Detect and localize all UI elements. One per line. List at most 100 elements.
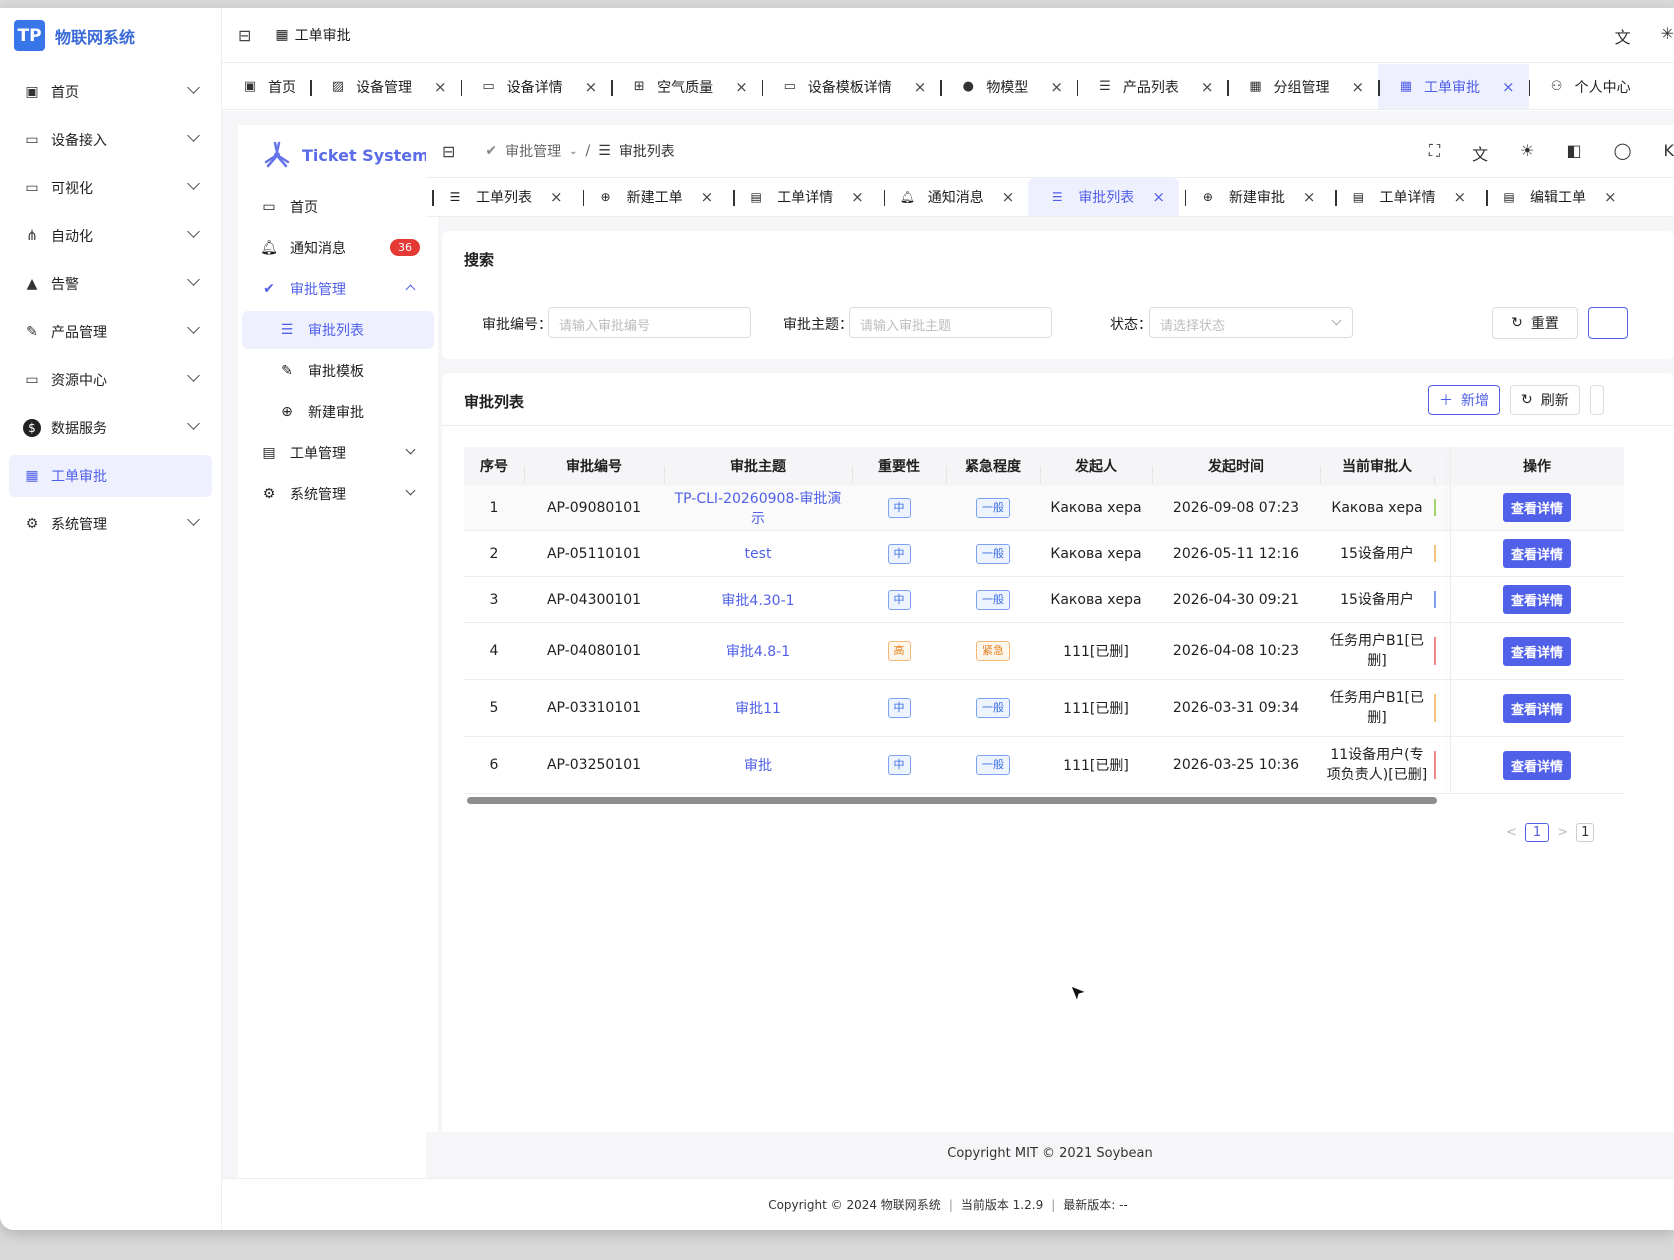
approval-code-input[interactable]: 请输入审批编号 <box>548 307 751 338</box>
inner-menu-system-group[interactable]: ⚙ 系统管理 <box>242 475 434 513</box>
breadcrumb-current[interactable]: 审批列表 <box>619 141 675 161</box>
inner-tab-2[interactable]: ▤ 工单详情 × <box>727 178 878 216</box>
inner-menu-approval-template[interactable]: ✎ 审批模板 <box>242 352 434 390</box>
fullscreen-icon[interactable]: ⛶ <box>1429 141 1440 165</box>
outer-tab-4[interactable]: ▭ 设备模板详情 × <box>761 64 941 109</box>
outer-tab-0[interactable]: ▣ 首页 <box>222 64 310 109</box>
user-avatar-icon[interactable]: ◯ <box>1614 141 1632 165</box>
outer-tab-1[interactable]: ▨ 设备管理 × <box>310 64 461 109</box>
outer-tab-9[interactable]: ⚇ 个人中心 <box>1528 64 1645 109</box>
refresh-button[interactable]: ↻ 刷新 <box>1510 385 1580 415</box>
status-select[interactable]: 请选择状态 <box>1149 307 1353 338</box>
app-logo-row[interactable]: TP 物联网系统 <box>0 8 221 63</box>
inner-tab-0[interactable]: ☰ 工单列表 × <box>426 178 577 216</box>
close-icon[interactable]: × <box>851 188 864 206</box>
close-icon[interactable]: × <box>1502 78 1515 96</box>
inner-tab-4[interactable]: ☰ 审批列表 × <box>1028 178 1179 216</box>
view-details-button[interactable]: 查看详情 <box>1502 750 1571 780</box>
prev-page-button[interactable]: < <box>1506 825 1517 840</box>
close-icon[interactable]: × <box>735 78 748 96</box>
inner-tab-6[interactable]: ▤ 工单详情 × <box>1329 178 1480 216</box>
next-page-button[interactable]: > <box>1557 825 1568 840</box>
tab-label: 设备详情 <box>506 79 563 96</box>
inner-menu-approval-group[interactable]: ✔ 审批管理 <box>242 270 434 308</box>
breadcrumb-parent[interactable]: 审批管理 <box>505 141 561 161</box>
sidebar-item-6[interactable]: ▭ 资源中心 <box>9 359 212 401</box>
sidebar-item-2[interactable]: ▭ 可视化 <box>9 167 212 209</box>
view-details-button[interactable]: 查看详情 <box>1502 539 1571 568</box>
close-icon[interactable]: × <box>550 188 563 206</box>
add-button[interactable]: ＋ 新增 <box>1428 385 1500 415</box>
inner-app-logo[interactable]: Ticket System <box>238 125 438 185</box>
collapse-menu-icon[interactable]: ⊟ <box>442 142 455 161</box>
close-icon[interactable]: × <box>1604 188 1617 206</box>
close-icon[interactable]: × <box>1152 188 1165 206</box>
inner-tab-1[interactable]: ⊕ 新建工单 × <box>577 178 728 216</box>
inner-tab-3[interactable]: 🔔︎ 通知消息 × <box>878 178 1029 216</box>
breadcrumb-current[interactable]: 工单审批 <box>295 25 351 45</box>
approval-subject-link[interactable]: test <box>664 546 852 562</box>
close-icon[interactable]: × <box>1453 188 1466 206</box>
close-icon[interactable]: × <box>585 78 598 96</box>
theme-palette-icon[interactable]: ◧ <box>1566 141 1581 165</box>
collapse-menu-icon[interactable]: ⊟ <box>238 26 251 45</box>
urgency-tag: 一般 <box>976 543 1010 564</box>
approval-subject-link[interactable]: 审批 <box>664 755 852 775</box>
reset-button[interactable]: ↻ 重置 <box>1492 307 1578 339</box>
outer-tab-3[interactable]: ⊞ 空气质量 × <box>611 64 762 109</box>
search-button[interactable] <box>1588 307 1628 339</box>
sidebar-item-7[interactable]: $ 数据服务 <box>9 407 212 449</box>
horizontal-scrollbar[interactable] <box>467 797 1437 804</box>
outer-tab-8[interactable]: ▦ 工单审批 × <box>1378 64 1529 109</box>
row-number: 6 <box>489 757 499 773</box>
view-details-button[interactable]: 查看详情 <box>1502 493 1571 522</box>
sidebar-item-label: 数据服务 <box>51 421 107 437</box>
inner-menu-ticket-group[interactable]: ▤ 工单管理 <box>242 434 434 472</box>
close-icon[interactable]: × <box>1050 78 1063 96</box>
approval-subject-input[interactable]: 请输入审批主题 <box>849 307 1052 338</box>
sidebar-item-5[interactable]: ✎ 产品管理 <box>9 311 212 353</box>
sidebar-item-3[interactable]: ⋔ 自动化 <box>9 215 212 257</box>
close-icon[interactable]: × <box>434 78 447 96</box>
approval-subject-link[interactable]: 审批11 <box>664 698 852 718</box>
inner-tab-5[interactable]: ⊕ 新建审批 × <box>1179 178 1330 216</box>
view-details-button[interactable]: 查看详情 <box>1502 693 1571 723</box>
page-size-select[interactable]: 1 <box>1576 823 1595 842</box>
theme-sun-icon[interactable]: ☀ <box>1520 141 1534 165</box>
close-icon[interactable]: × <box>914 78 927 96</box>
refresh-button-label: 刷新 <box>1540 393 1569 409</box>
user-name-initial[interactable]: K <box>1664 141 1674 165</box>
translate-icon[interactable]: 文 <box>1472 141 1488 165</box>
approval-subject-link[interactable]: TP-CLI-20260908-审批演示 <box>664 488 852 528</box>
approval-subject-link[interactable]: 审批4.30-1 <box>664 590 852 610</box>
outer-tab-2[interactable]: ▭ 设备详情 × <box>460 64 612 109</box>
sidebar-item-9[interactable]: ⚙ 系统管理 <box>9 503 212 545</box>
inner-menu-home[interactable]: ▭ 首页 <box>242 188 434 226</box>
translate-icon[interactable]: 文 <box>1615 24 1631 48</box>
sidebar-item-0[interactable]: ▣ 首页 <box>9 71 212 113</box>
approval-subject-link[interactable]: 审批4.8-1 <box>664 641 852 661</box>
inner-menu-new-approval[interactable]: ⊕ 新建审批 <box>242 393 434 431</box>
close-icon[interactable]: × <box>1002 188 1015 206</box>
sidebar-item-4[interactable]: ▲ 告警 <box>9 263 212 305</box>
close-icon[interactable]: × <box>1303 188 1316 206</box>
outer-tab-7[interactable]: ▦ 分组管理 × <box>1227 64 1378 109</box>
sidebar-item-1[interactable]: ▭ 设备接入 <box>9 119 212 161</box>
theme-sun-icon[interactable]: ✳ <box>1661 24 1674 48</box>
close-icon[interactable]: × <box>1351 78 1364 96</box>
inner-tab-7[interactable]: ▤ 编辑工单 × <box>1480 178 1631 216</box>
close-icon[interactable]: × <box>1201 78 1214 96</box>
chevron-down-icon <box>187 81 200 94</box>
importance-cell: 中 <box>852 543 946 564</box>
outer-tab-5[interactable]: ● 物模型 × <box>940 64 1077 109</box>
close-icon[interactable]: × <box>701 188 714 206</box>
column-header: 序号 <box>480 459 508 475</box>
sidebar-item-8[interactable]: ▦ 工单审批 <box>9 455 212 497</box>
inner-menu-approval-list[interactable]: ☰ 审批列表 <box>242 311 434 349</box>
outer-tab-6[interactable]: ☰ 产品列表 × <box>1076 64 1228 109</box>
inner-menu-notifications[interactable]: 🔔︎ 通知消息 36 <box>242 229 434 267</box>
view-details-button[interactable]: 查看详情 <box>1502 585 1571 614</box>
view-details-button[interactable]: 查看详情 <box>1502 636 1571 666</box>
column-settings-button[interactable] <box>1589 385 1604 415</box>
page-1-button[interactable]: 1 <box>1524 823 1550 842</box>
